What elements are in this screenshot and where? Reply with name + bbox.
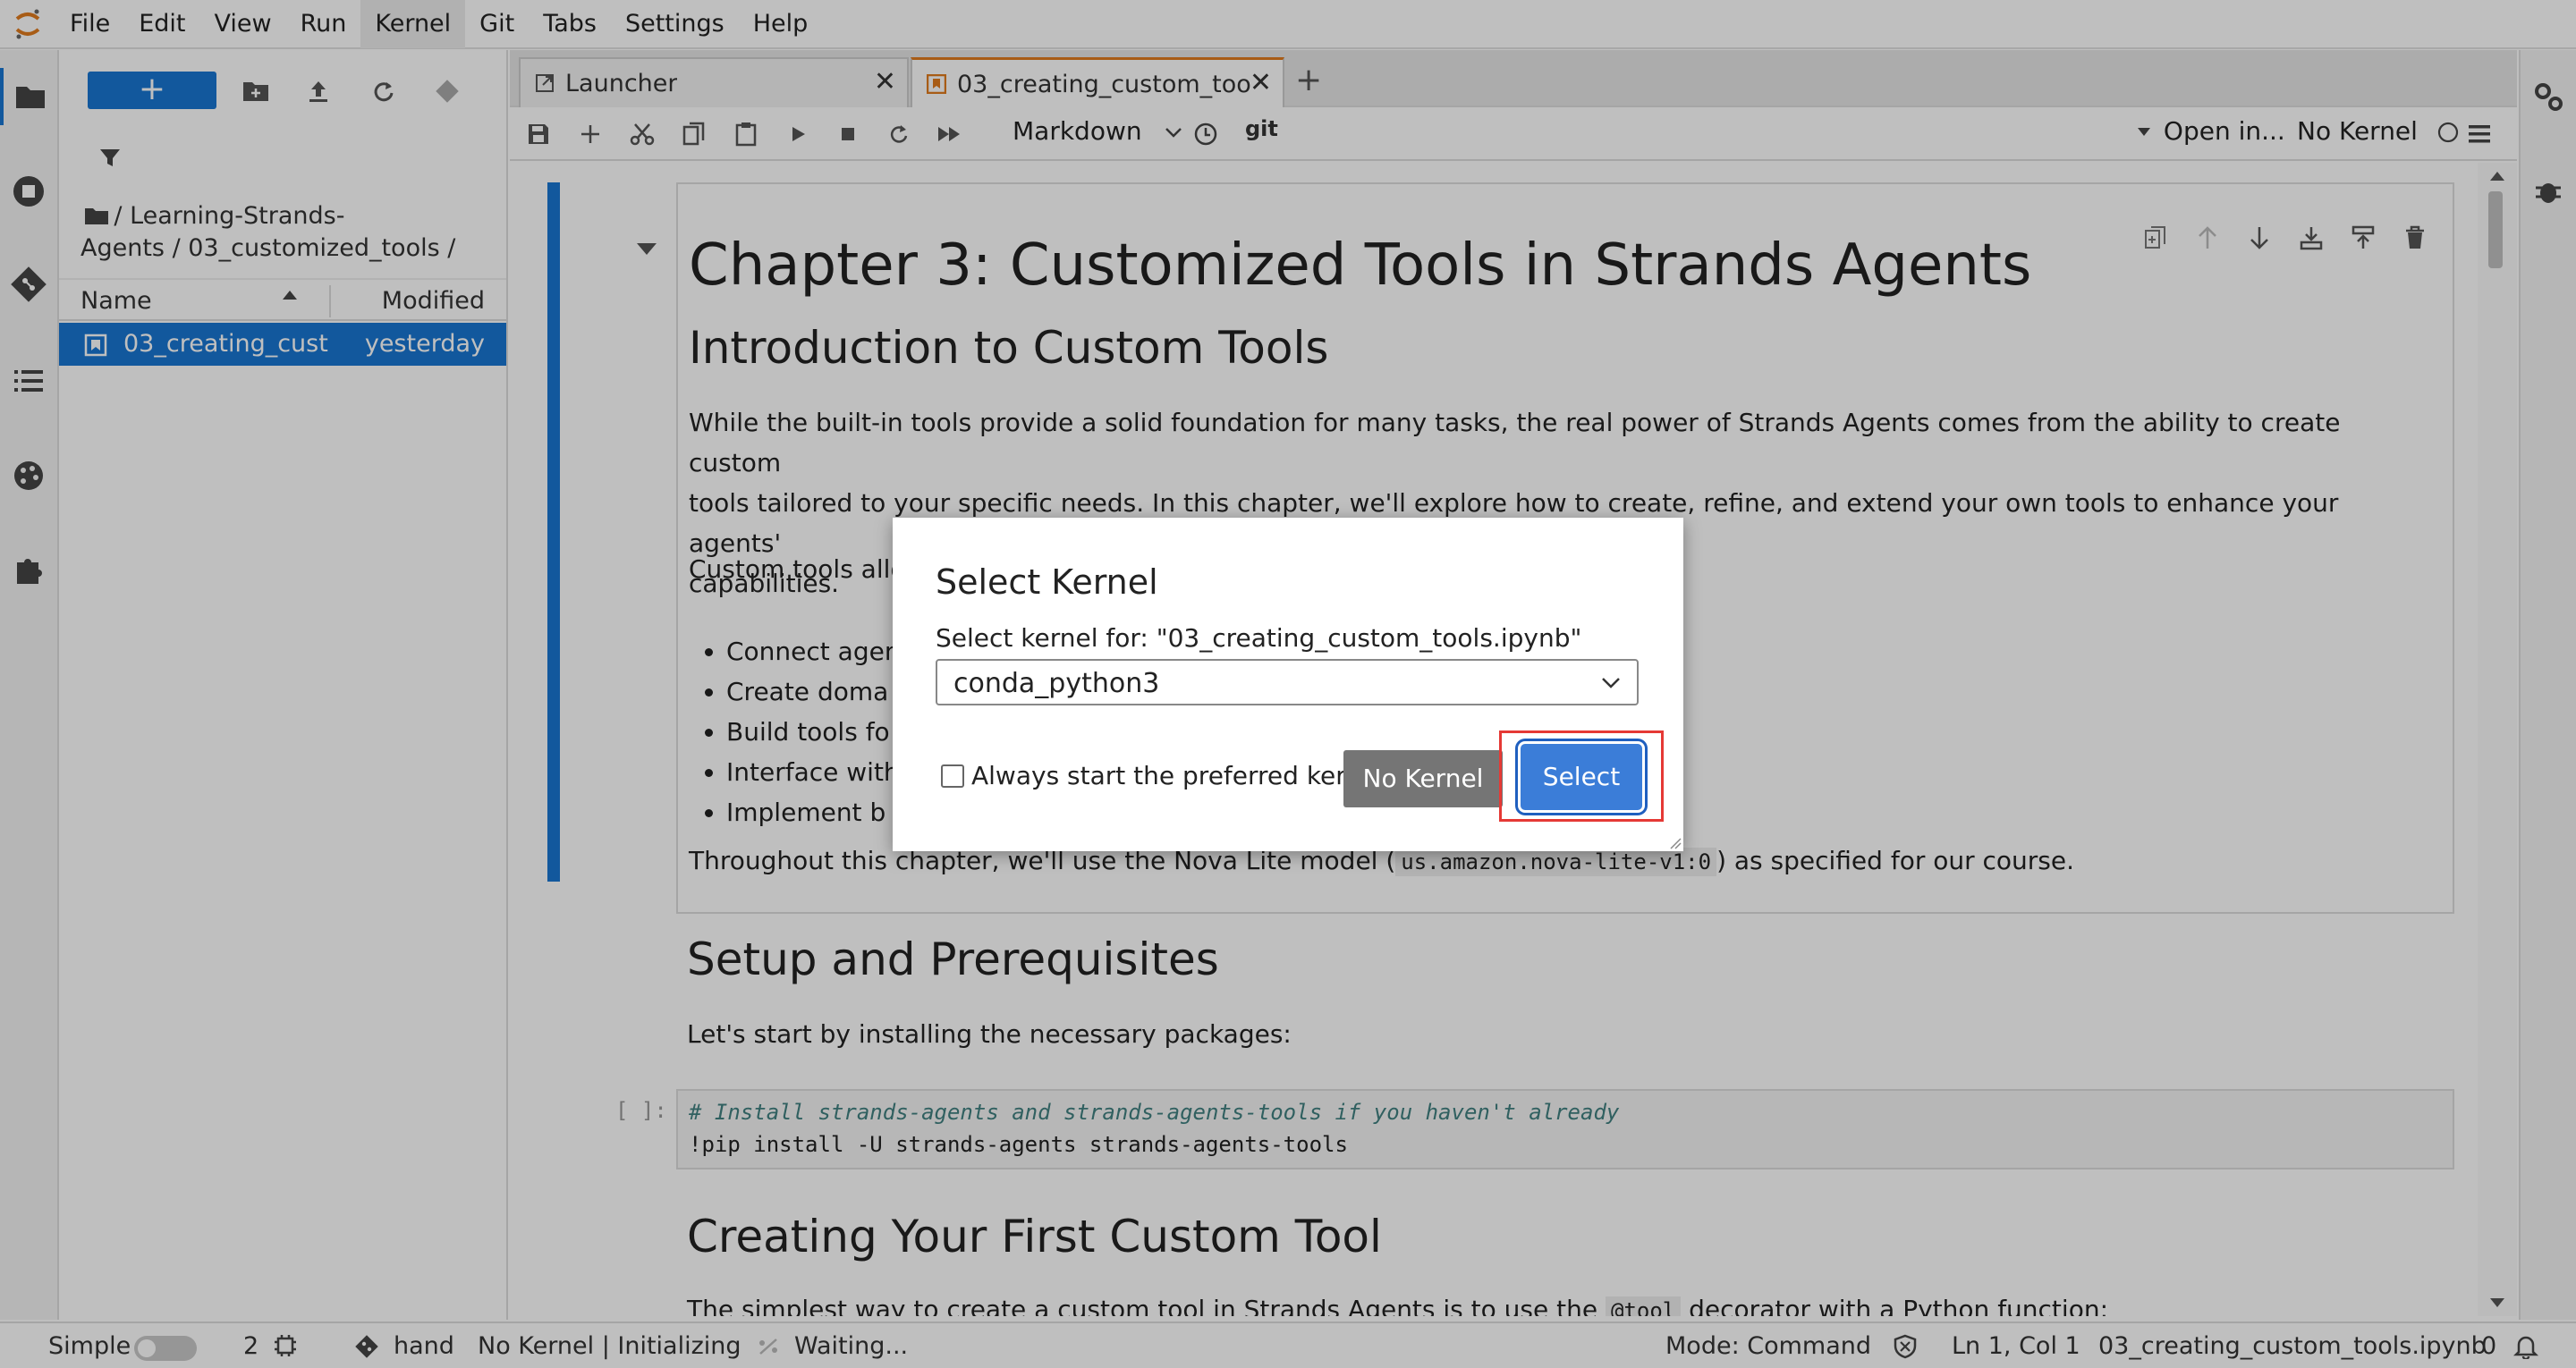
resize-handle-icon[interactable] [1669,837,1682,849]
preferred-kernel-label[interactable]: Always start the preferred kernel [971,761,1384,790]
kernel-select[interactable]: conda_python3 [936,659,1639,705]
select-kernel-dialog: Select Kernel Select kernel for: "03_cre… [893,518,1683,851]
preferred-kernel-checkbox[interactable] [941,764,964,788]
dialog-title: Select Kernel [936,562,1158,602]
no-kernel-button[interactable]: No Kernel [1343,750,1503,807]
kernel-select-value: conda_python3 [953,668,1160,699]
dialog-subtitle: Select kernel for: "03_creating_custom_t… [936,623,1582,653]
chevron-down-icon [1601,677,1621,689]
select-button[interactable]: Select [1521,744,1642,810]
